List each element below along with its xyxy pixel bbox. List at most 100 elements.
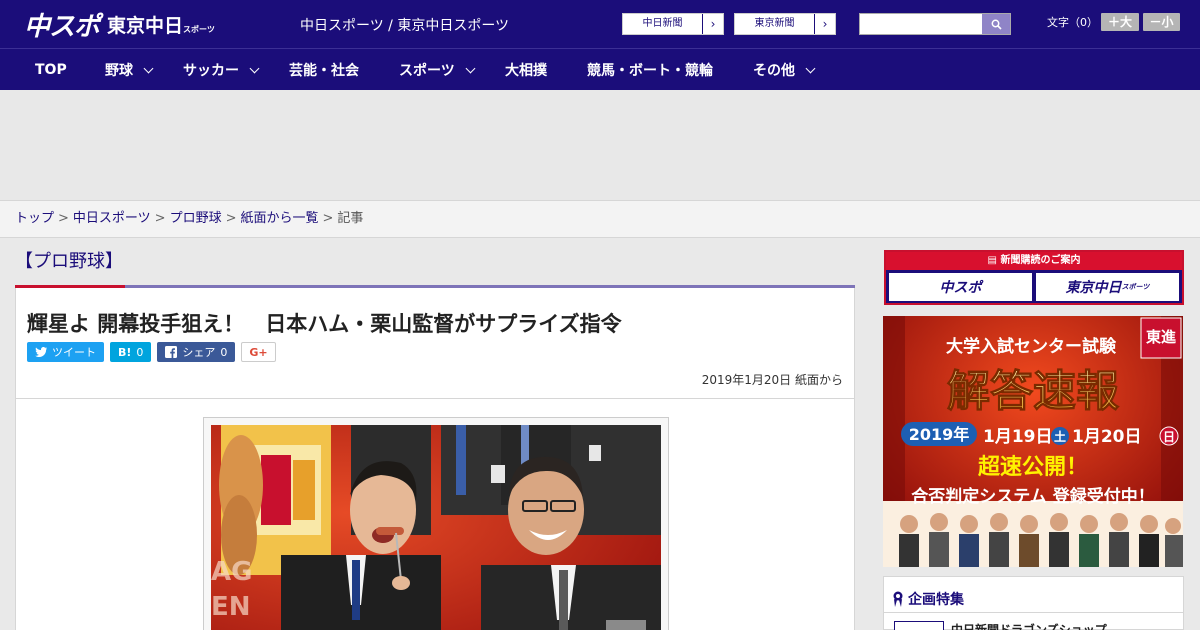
svg-text:AG: AG <box>211 557 252 587</box>
breadcrumb-separator: > <box>322 211 334 226</box>
tokyo-shimbun-label: 東京新聞 <box>735 14 815 34</box>
banner-date2: 1月20日 <box>1072 427 1142 447</box>
facebook-icon <box>165 346 178 358</box>
nav-item-soccer[interactable]: サッカー <box>183 49 260 91</box>
nav-item-entertainment[interactable]: 芸能・社会 <box>289 49 359 91</box>
logo-tokyo-text: 東京中日 <box>107 14 184 37</box>
nav-label: 野球 <box>105 63 133 79</box>
chevron-down-icon <box>143 63 154 73</box>
feature-item-link[interactable]: 中日新聞ドラゴンズショップ <box>951 621 1107 630</box>
nav-label: 芸能・社会 <box>289 63 359 79</box>
breadcrumb-link-paper-list[interactable]: 紙面から一覧 <box>241 211 319 226</box>
banner-day1: 土 <box>1054 429 1066 444</box>
newspaper-icon: ▤ <box>987 255 1001 266</box>
breadcrumb-separator: > <box>58 211 69 226</box>
tokyo-shimbun-button[interactable]: 東京新聞 › <box>734 13 836 35</box>
chevron-down-icon <box>805 63 816 73</box>
hatena-count: 0 <box>136 345 144 359</box>
nav-item-top[interactable]: TOP <box>35 49 67 91</box>
banner-year: 2019年 <box>909 425 970 444</box>
tweet-button[interactable]: ツイート <box>27 342 104 362</box>
facebook-count: 0 <box>220 345 228 359</box>
subscription-title-text: 新聞購読のご案内 <box>1000 255 1081 266</box>
share-buttons: ツイート B! 0 シェア 0 G+ <box>27 342 276 362</box>
main-content: 【プロ野球】 輝星よ 開幕投手狙え！ 日本ハム・栗山監督がサプライズ指令 ツイー… <box>15 239 855 630</box>
article-date: 2019年1月20日 紙面から <box>701 373 843 387</box>
breadcrumb-separator: > <box>225 211 237 226</box>
ribbon-icon <box>893 591 903 607</box>
chevron-right-icon: › <box>822 17 828 31</box>
breadcrumb: トップ > 中日スポーツ > プロ野球 > 紙面から一覧 > 記事 <box>0 200 1200 238</box>
article: 輝星よ 開幕投手狙え！ 日本ハム・栗山監督がサプライズ指令 ツイート B! 0 … <box>15 288 855 630</box>
search-icon <box>991 19 1002 30</box>
article-photo[interactable]: AG EN <box>211 425 661 630</box>
breadcrumb-link-chunichi-sports[interactable]: 中日スポーツ <box>73 211 151 226</box>
hatena-bookmark-button[interactable]: B! 0 <box>110 342 152 362</box>
nav-label: サッカー <box>183 63 239 79</box>
subscribe-tokyo-chunichi-button[interactable]: 東京中日 スポーツ <box>1036 273 1179 301</box>
google-plus-button[interactable]: G+ <box>241 342 276 362</box>
feature-divider <box>884 612 1184 613</box>
photo-illustration: AG EN <box>211 425 661 630</box>
subscribe-chusupo-button[interactable]: 中スポ <box>889 273 1032 301</box>
subscription-box: ▤ 新聞購読のご案内 中スポ 東京中日 スポーツ <box>884 250 1184 305</box>
chunichi-shimbun-label: 中日新聞 <box>623 14 703 34</box>
logo-tokyo-small: スポーツ <box>183 24 215 34</box>
chevron-down-icon <box>249 63 260 73</box>
font-bigger-button[interactable]: ＋大 <box>1101 13 1139 31</box>
breadcrumb-link-pro-baseball[interactable]: プロ野球 <box>170 211 222 226</box>
main-nav: TOP 野球 サッカー 芸能・社会 スポーツ 大相撲 競馬・ボート・競輪 その他 <box>0 48 1200 90</box>
subscription-title: ▤ 新聞購読のご案内 <box>886 252 1182 270</box>
nav-label: その他 <box>753 63 795 79</box>
feature-item-thumbnail[interactable] <box>894 621 944 630</box>
banner-date1: 1月19日 <box>983 427 1053 447</box>
banner-signup: 合否判定システム 登録受付中！ <box>911 486 1154 507</box>
banner-release: 超速公開！ <box>978 454 1088 480</box>
nav-item-racing[interactable]: 競馬・ボート・競輪 <box>587 49 713 91</box>
subscribe-tokyo-small: スポーツ <box>1121 283 1150 291</box>
logo-tokyo-chunichi[interactable]: 東京中日スポーツ <box>107 11 215 38</box>
logo[interactable]: 中スポ 東京中日スポーツ <box>24 9 215 42</box>
feature-title-text: 企画特集 <box>908 592 964 608</box>
site-title: 中日スポーツ / 東京中日スポーツ <box>300 18 510 34</box>
search-button[interactable] <box>982 14 1010 34</box>
subscribe-tokyo-label: 東京中日 <box>1065 280 1122 296</box>
site-header: 中スポ 東京中日スポーツ 中日スポーツ / 東京中日スポーツ 中日新聞 › 東京… <box>0 0 1200 48</box>
hatena-icon: B! <box>118 345 132 359</box>
breadcrumb-separator: > <box>154 211 166 226</box>
logo-chunichi-sports[interactable]: 中スポ <box>24 6 100 43</box>
nav-item-baseball[interactable]: 野球 <box>105 49 154 91</box>
nav-label: 大相撲 <box>505 63 547 79</box>
nav-label: TOP <box>35 62 67 78</box>
nav-label: スポーツ <box>399 63 455 79</box>
font-size-label: 文字（0） <box>1047 16 1098 29</box>
tweet-label: ツイート <box>52 346 96 359</box>
search-input[interactable] <box>860 14 982 34</box>
svg-text:EN: EN <box>211 592 251 622</box>
breadcrumb-link-top[interactable]: トップ <box>15 211 54 226</box>
facebook-share-button[interactable]: シェア 0 <box>157 342 236 362</box>
nav-item-sumo[interactable]: 大相撲 <box>505 49 547 91</box>
article-photo-frame: AG EN <box>203 417 669 630</box>
twitter-icon <box>35 347 47 357</box>
banner-corner-badge: 東進 <box>1146 328 1177 346</box>
chevron-down-icon <box>465 63 476 73</box>
chunichi-shimbun-button[interactable]: 中日新聞 › <box>622 13 724 35</box>
nav-item-sports[interactable]: スポーツ <box>399 49 476 91</box>
chevron-right-icon: › <box>710 17 716 31</box>
ad-area <box>0 90 1200 200</box>
banner-top-line: 大学入試センター試験 <box>946 336 1117 357</box>
article-headline: 輝星よ 開幕投手狙え！ 日本ハム・栗山監督がサプライズ指令 <box>27 312 622 336</box>
feature-title: 企画特集 <box>892 589 964 609</box>
banner-graphic: 東進 大学入試センター試験 解答速報 2019年 1月19日 土 1月20日 日… <box>883 316 1183 567</box>
subscription-buttons: 中スポ 東京中日 スポーツ <box>886 270 1182 304</box>
breadcrumb-current: 記事 <box>337 211 364 226</box>
category-heading: 【プロ野球】 <box>15 251 123 272</box>
nav-label: 競馬・ボート・競輪 <box>587 63 713 79</box>
nav-item-other[interactable]: その他 <box>753 49 816 91</box>
font-smaller-button[interactable]: －小 <box>1143 13 1180 31</box>
exam-answer-banner[interactable]: 東進 大学入試センター試験 解答速報 2019年 1月19日 土 1月20日 日… <box>883 316 1183 567</box>
banner-day2: 日 <box>1163 430 1175 444</box>
search-box <box>859 13 1011 35</box>
banner-main-line: 解答速報 <box>947 367 1119 417</box>
